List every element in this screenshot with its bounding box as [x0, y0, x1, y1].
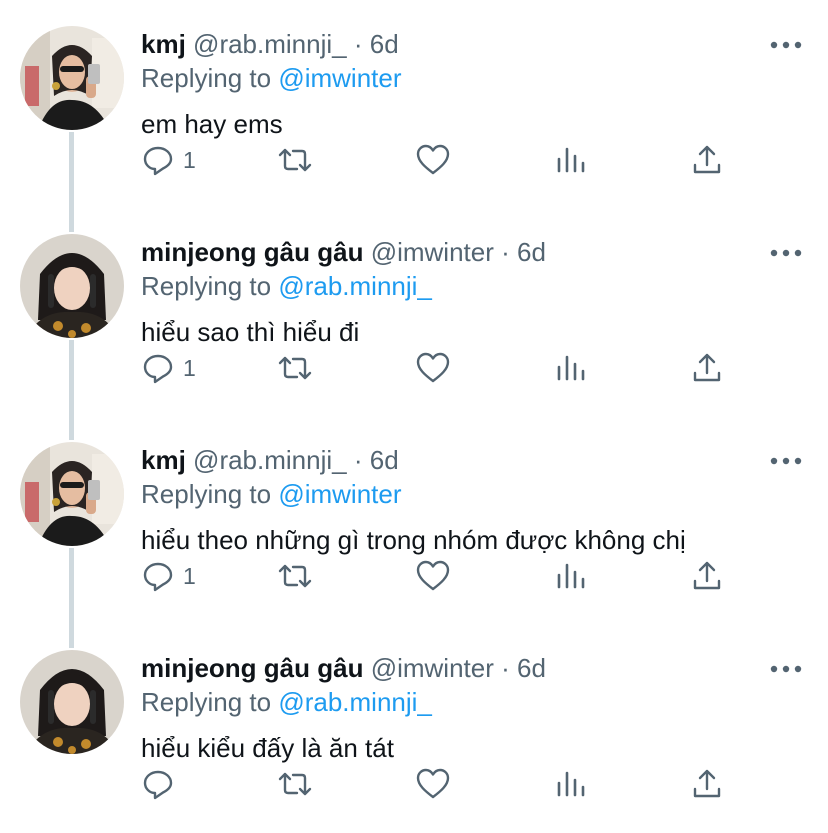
- like-button[interactable]: [415, 348, 451, 388]
- author-handle[interactable]: @imwinter: [371, 653, 494, 683]
- views-button[interactable]: [554, 348, 588, 388]
- retweet-icon: [278, 564, 312, 588]
- tweet-text: em hay ems: [141, 109, 283, 139]
- heart-icon: [416, 768, 450, 799]
- separator: ·: [501, 237, 510, 267]
- replying-label: Replying to: [141, 479, 272, 509]
- tweet-header: kmj @rab.minnji_ · 6d: [141, 444, 399, 476]
- views-button[interactable]: [554, 140, 588, 180]
- timestamp[interactable]: 6d: [517, 653, 546, 683]
- analytics-icon: [557, 771, 585, 797]
- action-bar: 1: [0, 348, 828, 388]
- retweet-icon: [278, 148, 312, 172]
- reply-icon: [143, 770, 173, 800]
- timestamp[interactable]: 6d: [370, 29, 399, 59]
- avatar[interactable]: [20, 650, 124, 754]
- separator: ·: [353, 29, 363, 59]
- share-button[interactable]: [690, 556, 724, 596]
- more-options-icon[interactable]: [768, 30, 804, 60]
- heart-icon: [416, 560, 450, 591]
- tweet-header: minjeong gâu gâu @imwinter · 6d: [141, 236, 546, 268]
- avatar[interactable]: [20, 26, 124, 130]
- separator: ·: [501, 653, 510, 683]
- reply-count: 1: [183, 562, 196, 589]
- mention-link[interactable]: @rab.minnji_: [278, 271, 432, 301]
- replying-label: Replying to: [141, 63, 272, 93]
- more-options-icon[interactable]: [768, 238, 804, 268]
- avatar[interactable]: [20, 442, 124, 546]
- tweet[interactable]: kmj @rab.minnji_ · 6d Replying to @imwin…: [0, 416, 828, 624]
- author-name[interactable]: kmj: [141, 445, 186, 475]
- timestamp[interactable]: 6d: [370, 445, 399, 475]
- analytics-icon: [557, 355, 585, 381]
- retweet-button[interactable]: [276, 764, 314, 804]
- author-handle[interactable]: @rab.minnji_: [193, 29, 347, 59]
- share-button[interactable]: [690, 140, 724, 180]
- views-button[interactable]: [554, 556, 588, 596]
- share-icon: [693, 769, 721, 798]
- author-handle[interactable]: @rab.minnji_: [193, 445, 347, 475]
- author-name[interactable]: minjeong gâu gâu: [141, 237, 363, 267]
- reply-button[interactable]: [141, 764, 183, 804]
- tweet-header: minjeong gâu gâu @imwinter · 6d: [141, 652, 546, 684]
- author-name[interactable]: kmj: [141, 29, 186, 59]
- replying-label: Replying to: [141, 687, 272, 717]
- analytics-icon: [557, 147, 585, 173]
- more-options-icon[interactable]: [768, 654, 804, 684]
- tweet[interactable]: kmj @rab.minnji_ · 6d Replying to @imwin…: [0, 0, 828, 208]
- reply-count: 1: [183, 354, 196, 381]
- like-button[interactable]: [415, 556, 451, 596]
- replying-to: Replying to @rab.minnji_: [141, 270, 432, 302]
- heart-icon: [416, 352, 450, 383]
- tweet-text: hiểu theo những gì trong nhóm được không…: [141, 525, 686, 555]
- tweet-text: hiểu kiểu đấy là ăn tát: [141, 733, 394, 763]
- analytics-icon: [557, 563, 585, 589]
- timestamp[interactable]: 6d: [517, 237, 546, 267]
- tweet[interactable]: minjeong gâu gâu @imwinter · 6d Replying…: [0, 624, 828, 832]
- share-icon: [693, 145, 721, 174]
- mention-link[interactable]: @rab.minnji_: [278, 687, 432, 717]
- author-handle[interactable]: @imwinter: [371, 237, 494, 267]
- like-button[interactable]: [415, 764, 451, 804]
- replying-label: Replying to: [141, 271, 272, 301]
- author-name[interactable]: minjeong gâu gâu: [141, 653, 363, 683]
- reply-count: 1: [183, 146, 196, 173]
- avatar[interactable]: [20, 234, 124, 338]
- views-button[interactable]: [554, 764, 588, 804]
- share-icon: [693, 353, 721, 382]
- replying-to: Replying to @imwinter: [141, 62, 402, 94]
- heart-icon: [416, 144, 450, 175]
- retweet-icon: [278, 772, 312, 796]
- action-bar: 1: [0, 556, 828, 596]
- like-button[interactable]: [415, 140, 451, 180]
- share-button[interactable]: [690, 348, 724, 388]
- replying-to: Replying to @imwinter: [141, 478, 402, 510]
- retweet-button[interactable]: [276, 140, 314, 180]
- reply-icon: [143, 354, 173, 384]
- reply-button[interactable]: 1: [141, 140, 196, 180]
- retweet-button[interactable]: [276, 348, 314, 388]
- separator: ·: [353, 445, 363, 475]
- reply-icon: [143, 146, 173, 176]
- action-bar: 1: [0, 140, 828, 180]
- retweet-icon: [278, 356, 312, 380]
- reply-button[interactable]: 1: [141, 348, 196, 388]
- tweet[interactable]: minjeong gâu gâu @imwinter · 6d Replying…: [0, 208, 828, 416]
- mention-link[interactable]: @imwinter: [278, 63, 401, 93]
- tweet-text: hiểu sao thì hiểu đi: [141, 317, 360, 347]
- reply-button[interactable]: 1: [141, 556, 196, 596]
- retweet-button[interactable]: [276, 556, 314, 596]
- replying-to: Replying to @rab.minnji_: [141, 686, 432, 718]
- share-icon: [693, 561, 721, 590]
- share-button[interactable]: [690, 764, 724, 804]
- more-options-icon[interactable]: [768, 446, 804, 476]
- action-bar: [0, 764, 828, 804]
- reply-icon: [143, 562, 173, 592]
- tweet-header: kmj @rab.minnji_ · 6d: [141, 28, 399, 60]
- mention-link[interactable]: @imwinter: [278, 479, 401, 509]
